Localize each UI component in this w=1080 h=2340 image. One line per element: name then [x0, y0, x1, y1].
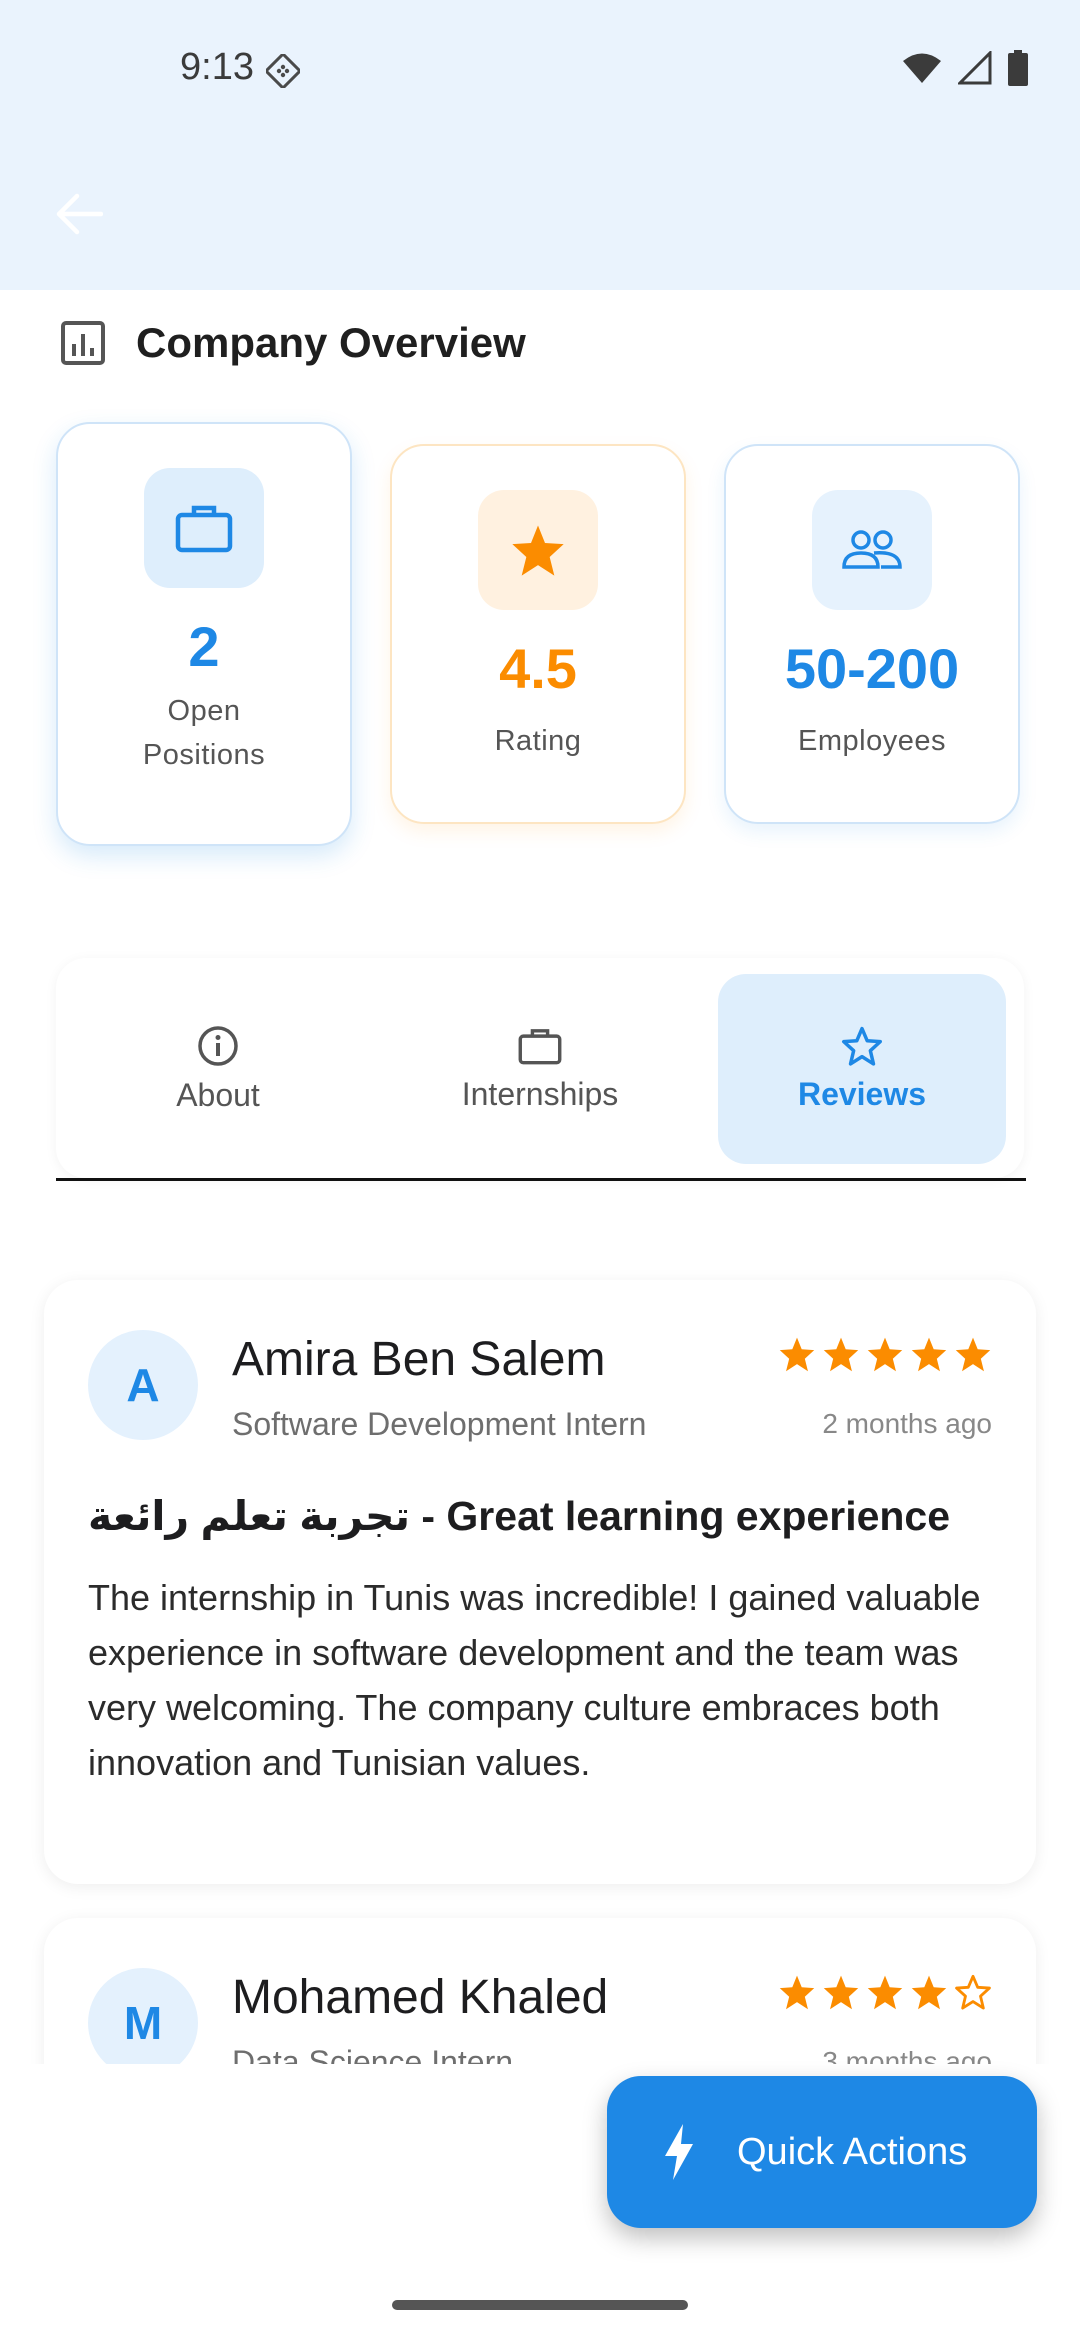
sim-diamond-icon: [266, 54, 300, 88]
bolt-icon: [665, 2124, 693, 2180]
tab-indicator-line: [56, 1178, 1026, 1181]
battery-icon: [1008, 50, 1028, 86]
tab-label: About: [176, 1076, 260, 1113]
star-outline-icon: [955, 1974, 991, 2010]
star-icon: [512, 525, 564, 576]
fab-label: Quick Actions: [737, 2130, 968, 2173]
people-icon: [842, 530, 902, 569]
arrow-back-icon: [56, 193, 103, 235]
section-title: Company Overview: [136, 319, 526, 366]
home-indicator[interactable]: [392, 2300, 688, 2310]
review-date: 2 months ago: [822, 1408, 992, 1439]
tab-internships[interactable]: Internships: [396, 974, 684, 1164]
stats-row: 2 Open Positions 4.5 Rating 50-200 Emplo…: [56, 422, 1026, 852]
analytics-icon: [61, 321, 105, 365]
app-header: 9:13: [0, 0, 1080, 290]
overview-header: Company Overview: [58, 318, 526, 368]
wifi-icon: [903, 53, 941, 83]
reviews-list[interactable]: A Amira Ben Salem Software Development I…: [0, 1250, 1080, 2064]
stat-icon-bg: [144, 468, 264, 588]
status-time: 9:13: [180, 46, 254, 88]
avatar: M: [88, 1968, 198, 2064]
cell-signal-icon: [958, 51, 992, 85]
stat-label: Employees: [798, 725, 946, 757]
tab-reviews[interactable]: Reviews: [718, 974, 1006, 1164]
briefcase-icon: [175, 505, 233, 553]
stat-card-employees[interactable]: 50-200 Employees: [724, 444, 1020, 824]
star-icon: [911, 1975, 947, 2010]
review-body: The internship in Tunis was incredible! …: [88, 1577, 981, 1783]
stat-label-line2: Positions: [142, 739, 266, 771]
star-icon: [779, 1975, 815, 2010]
star-icon: [823, 1337, 859, 1372]
stat-label: Open Positions: [143, 689, 265, 777]
stat-label: Rating: [494, 725, 582, 757]
reviewer-name: Mohamed Khaled: [232, 1971, 609, 2024]
review-card: M Mohamed Khaled Data Science Intern 3 m…: [44, 1918, 1036, 2064]
review-card: A Amira Ben Salem Software Development I…: [44, 1280, 1036, 1884]
reviewer-name: Amira Ben Salem: [232, 1333, 606, 1386]
info-icon: [198, 1025, 238, 1066]
quick-actions-button[interactable]: Quick Actions: [607, 2076, 1037, 2228]
star-outline-icon: [842, 1026, 883, 1066]
stat-label-line1: Open: [167, 695, 241, 727]
stat-icon-bg: [478, 490, 598, 610]
reviewer-role: Data Science Intern: [232, 2044, 514, 2064]
review-date: 3 months ago: [822, 2046, 992, 2064]
stat-card-rating[interactable]: 4.5 Rating: [390, 444, 686, 824]
avatar: A: [88, 1330, 198, 1440]
tab-bar: About Internships Reviews: [56, 958, 1024, 1178]
stat-value: 4.5: [499, 637, 577, 700]
tab-about[interactable]: About: [74, 974, 362, 1164]
back-button[interactable]: [50, 186, 106, 242]
stat-card-positions[interactable]: 2 Open Positions: [56, 422, 352, 846]
rating-stars: [778, 1336, 992, 1372]
star-icon: [867, 1337, 903, 1372]
star-icon: [955, 1337, 991, 1372]
star-icon: [823, 1975, 859, 2010]
stat-icon-bg: [812, 490, 932, 610]
briefcase-icon: [518, 1028, 562, 1064]
tab-label: Internships: [461, 1075, 619, 1112]
tab-label: Reviews: [797, 1075, 927, 1112]
stat-value: 50-200: [784, 637, 960, 700]
rating-stars: [778, 1974, 992, 2010]
star-icon: [867, 1975, 903, 2010]
star-icon: [911, 1337, 947, 1372]
status-icons: [902, 50, 1028, 86]
review-title: تجربة تعلم رائعة - Great learning experi…: [88, 1493, 951, 1539]
star-icon: [779, 1337, 815, 1372]
stat-value: 2: [188, 615, 220, 678]
reviewer-role: Software Development Intern: [232, 1406, 647, 1442]
